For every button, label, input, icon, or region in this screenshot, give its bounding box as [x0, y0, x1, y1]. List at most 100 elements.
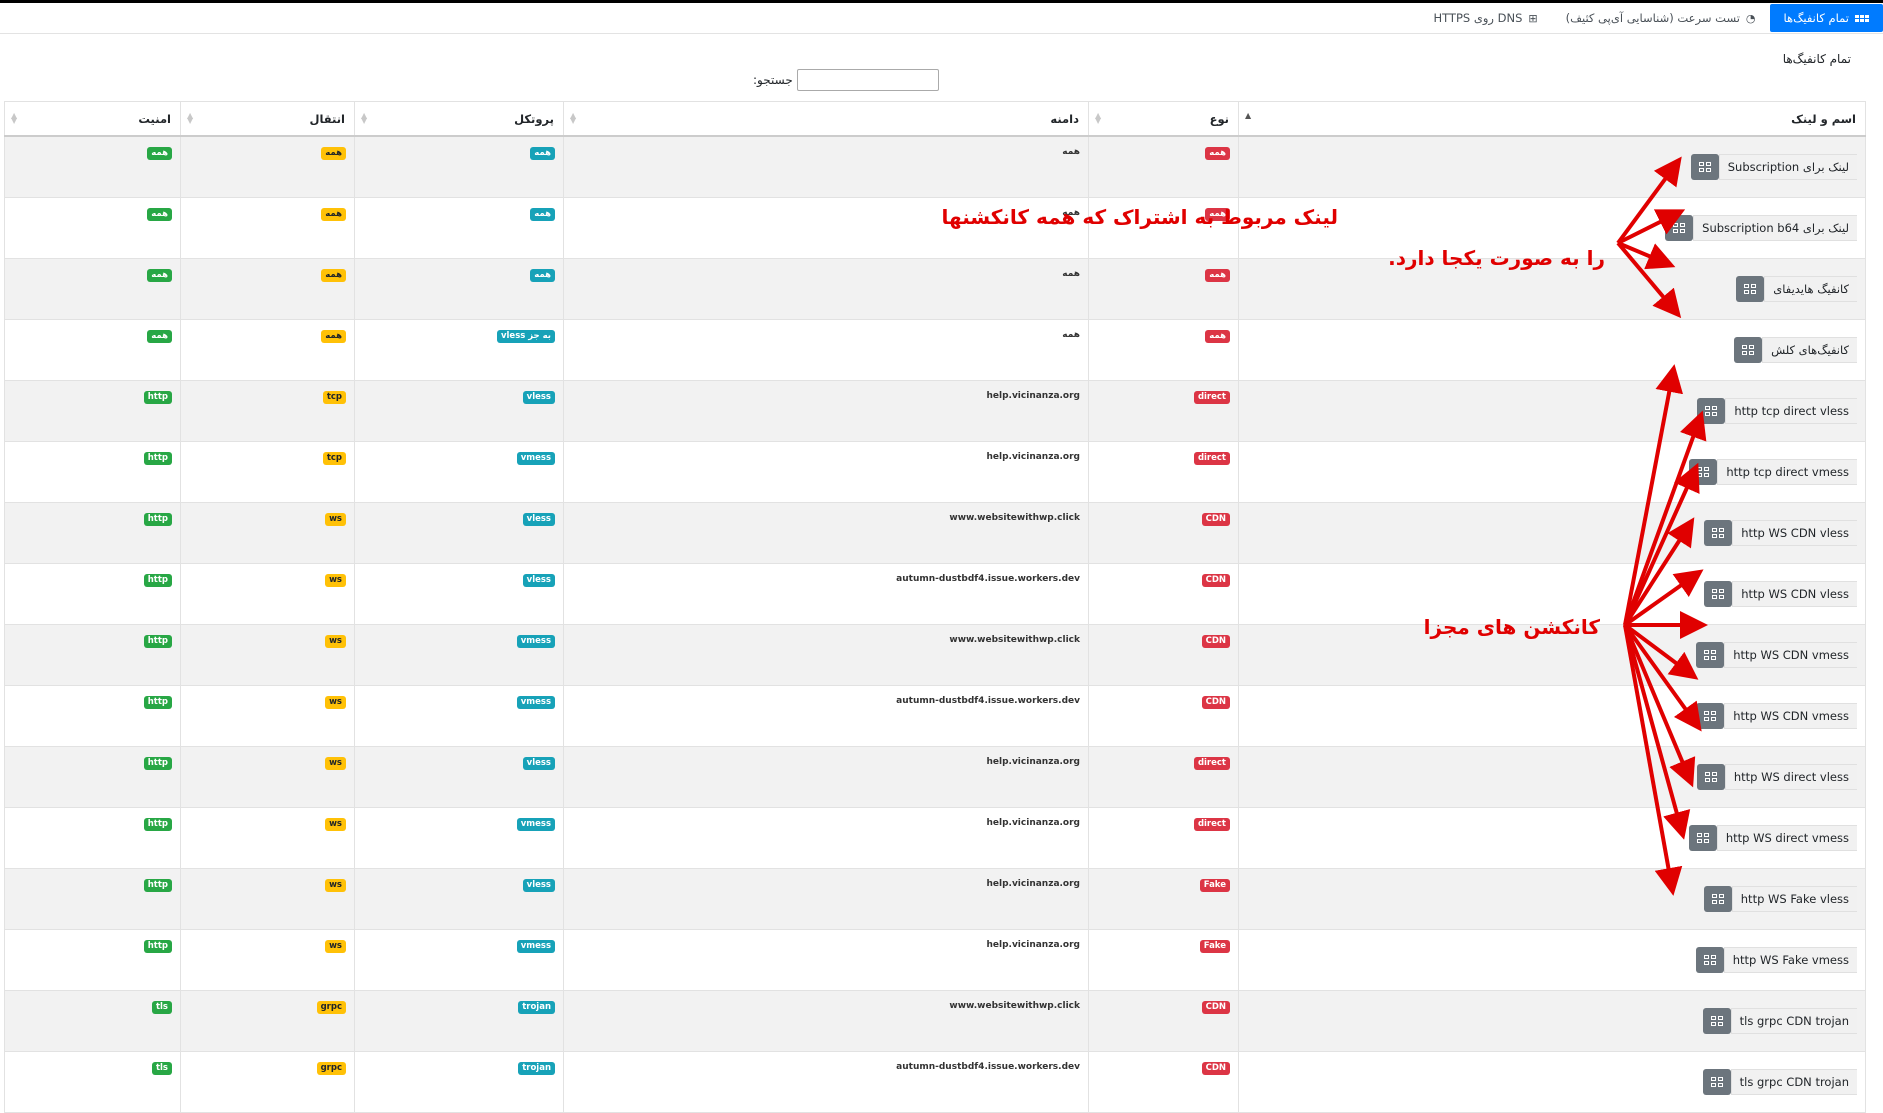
qr-button[interactable]: [1736, 276, 1765, 302]
qrcode-icon: [1696, 833, 1709, 843]
qr-button[interactable]: [1689, 459, 1718, 485]
transport-badge: ws: [325, 940, 346, 953]
tab-label: تست سرعت (شناسایی آی‌پی کثیف): [1565, 11, 1740, 25]
qr-button[interactable]: [1690, 154, 1719, 180]
qr-button[interactable]: [1702, 1008, 1731, 1034]
page-title: تمام کانفیگ‌ها: [1782, 52, 1851, 66]
type-badge: همه: [1205, 147, 1230, 160]
cell-domain: autumn-dustbdf4.issue.workers.dev: [563, 1051, 1089, 1113]
security-badge: همه: [147, 147, 172, 160]
column-header-domain[interactable]: دامنه ▲ ▼: [563, 101, 1089, 137]
qr-button[interactable]: [1696, 642, 1725, 668]
config-link[interactable]: کانفیگ هایدیفای: [1736, 276, 1857, 302]
security-badge: http: [143, 696, 172, 709]
qr-button[interactable]: [1697, 398, 1726, 424]
tab-dns-over-https[interactable]: ⊞ DNS روی HTTPS: [1419, 3, 1551, 33]
tab-label: تمام کانفیگ‌ها: [1783, 11, 1849, 25]
cell-security: http: [4, 868, 181, 930]
qr-button[interactable]: [1696, 703, 1725, 729]
config-link[interactable]: کانفیگ‌های کلش: [1734, 337, 1857, 363]
config-link[interactable]: tls grpc CDN trojan: [1702, 1069, 1857, 1095]
qrcode-icon: [1705, 406, 1718, 416]
cell-protocol: vless: [354, 868, 564, 930]
config-link[interactable]: tls grpc CDN trojan: [1702, 1008, 1857, 1034]
qrcode-icon: [1711, 894, 1724, 904]
cell-transport: tcp: [180, 441, 355, 503]
column-header-security[interactable]: امنیت ▲ ▼: [4, 101, 181, 137]
cell-transport: grpc: [180, 1051, 355, 1113]
column-header-name[interactable]: اسم و لینک ▲: [1238, 101, 1866, 137]
qr-button[interactable]: [1704, 520, 1733, 546]
cell-security: http: [4, 807, 181, 869]
tab-speed-test[interactable]: ◔ تست سرعت (شناسایی آی‌پی کثیف): [1552, 3, 1770, 33]
sort-asc-icon: ▲: [1245, 111, 1252, 120]
security-badge: http: [143, 757, 172, 770]
table-row: tls grpc CDN trojan CDN www.websitewithwp.…: [4, 990, 1866, 1052]
security-badge: همه: [147, 330, 172, 343]
config-link[interactable]: http tcp direct vmess: [1689, 459, 1857, 485]
cell-domain: همه: [563, 258, 1089, 320]
config-link[interactable]: http WS direct vless: [1696, 764, 1857, 790]
config-link[interactable]: http WS Fake vmess: [1695, 947, 1857, 973]
config-link[interactable]: http tcp direct vless: [1697, 398, 1857, 424]
cell-transport: همه: [180, 319, 355, 381]
cell-transport: همه: [180, 197, 355, 259]
column-header-transport[interactable]: انتقال ▲ ▼: [180, 101, 355, 137]
qr-button[interactable]: [1734, 337, 1763, 363]
cell-security: http: [4, 746, 181, 808]
search-box: جستجو:: [753, 69, 939, 91]
cell-security: همه: [4, 197, 181, 259]
config-link[interactable]: لینک برای Subscription: [1690, 154, 1857, 180]
type-badge: CDN: [1201, 1062, 1230, 1075]
table-header-row: اسم و لینک ▲ نوع ▲ ▼ دامنه ▲ ▼ پروتکل ▲ ▼ انتقا…: [4, 101, 1866, 137]
tab-label: DNS روی HTTPS: [1433, 11, 1523, 25]
cell-type: CDN: [1088, 624, 1239, 686]
security-badge: http: [143, 818, 172, 831]
qrcode-icon: [1704, 711, 1717, 721]
column-header-type[interactable]: نوع ▲ ▼: [1088, 101, 1239, 137]
cell-security: http: [4, 685, 181, 747]
qr-button[interactable]: [1696, 764, 1725, 790]
config-name: http tcp direct vmess: [1717, 459, 1857, 485]
top-nav: تمام کانفیگ‌ها ◔ تست سرعت (شناسایی آی‌پی…: [0, 3, 1883, 34]
tab-all-configs[interactable]: تمام کانفیگ‌ها: [1769, 4, 1883, 32]
config-link[interactable]: http WS CDN vless: [1704, 520, 1857, 546]
table-row: http WS CDN vless CDN www.websitewithwp.cl…: [4, 502, 1866, 564]
speedometer-icon: ◔: [1745, 11, 1756, 25]
table-row: http WS Fake vmess Fake help.vicinanza.org…: [4, 929, 1866, 991]
cell-security: http: [4, 563, 181, 625]
cell-name: tls grpc CDN trojan: [1238, 1051, 1866, 1113]
cell-name: کانفیگ‌های کلش: [1238, 319, 1866, 381]
qr-button[interactable]: [1688, 825, 1717, 851]
cell-domain: help.vicinanza.org: [563, 929, 1089, 991]
qr-button[interactable]: [1702, 1069, 1731, 1095]
config-link[interactable]: http WS Fake vless: [1703, 886, 1857, 912]
qr-button[interactable]: [1665, 215, 1694, 241]
cell-protocol: vless: [354, 380, 564, 442]
search-input[interactable]: [796, 69, 939, 91]
qr-button[interactable]: [1695, 947, 1724, 973]
config-name: http WS direct vless: [1724, 764, 1857, 790]
transport-badge: grpc: [316, 1062, 346, 1075]
sort-icon: ▲ ▼: [187, 111, 194, 125]
config-link[interactable]: http WS CDN vless: [1704, 581, 1857, 607]
qr-button[interactable]: [1703, 886, 1732, 912]
cell-transport: ws: [180, 807, 355, 869]
table-row: http WS Fake vless Fake help.vicinanza.org…: [4, 868, 1866, 930]
transport-badge: ws: [325, 513, 346, 526]
type-badge: CDN: [1201, 513, 1230, 526]
cell-protocol: vmess: [354, 807, 564, 869]
config-link[interactable]: http WS direct vmess: [1688, 825, 1857, 851]
cell-security: tls: [4, 990, 181, 1052]
sitemap-icon: ⊞: [1528, 11, 1538, 25]
transport-badge: همه: [321, 269, 346, 282]
config-link[interactable]: http WS CDN vmess: [1696, 642, 1857, 668]
column-header-protocol[interactable]: پروتکل ▲ ▼: [354, 101, 564, 137]
cell-type: direct: [1088, 441, 1239, 503]
config-link[interactable]: http WS CDN vmess: [1696, 703, 1857, 729]
config-link[interactable]: لینک برای Subscription b64: [1665, 215, 1857, 241]
config-name: http WS CDN vmess: [1724, 642, 1857, 668]
type-badge: direct: [1193, 757, 1230, 770]
cell-protocol: vless: [354, 502, 564, 564]
qr-button[interactable]: [1704, 581, 1733, 607]
